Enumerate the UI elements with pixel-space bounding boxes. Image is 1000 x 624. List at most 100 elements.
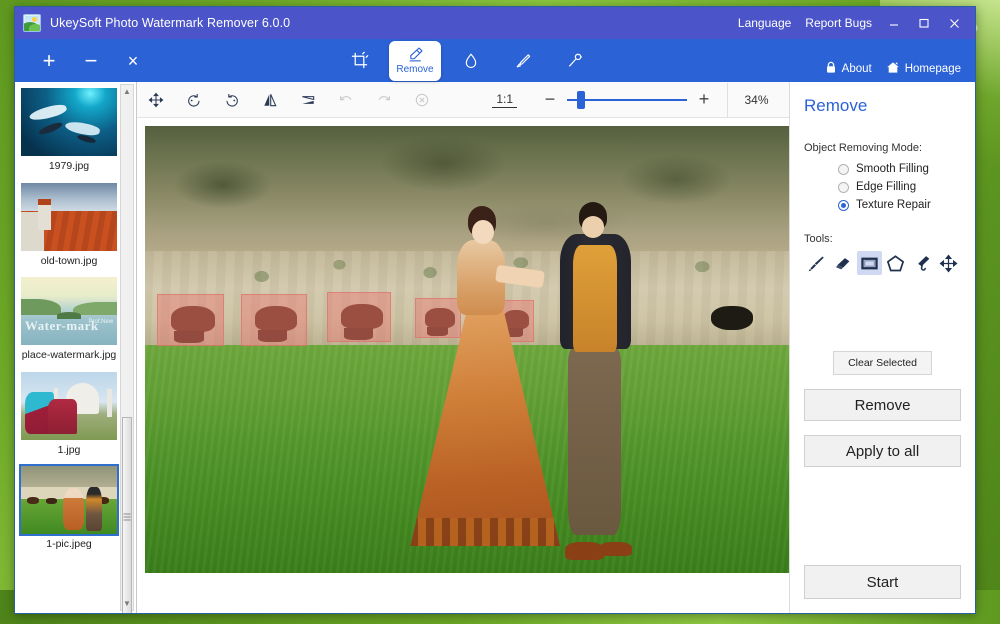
scroll-down-arrow[interactable]: ▼ [121, 597, 133, 610]
window-title: UkeySoft Photo Watermark Remover 6.0.0 [50, 16, 290, 30]
thumbnail-image[interactable]: Water-mark Prof.New [19, 275, 119, 347]
clear-files-button[interactable]: × [123, 50, 143, 72]
redo-button[interactable] [365, 83, 403, 117]
zoom-slider-knob[interactable] [577, 91, 585, 109]
object-removing-mode-label: Object Removing Mode: [804, 142, 961, 154]
list-item[interactable]: old-town.jpg [19, 181, 119, 272]
zoom-in-button[interactable]: + [691, 87, 717, 113]
selection-rectangle[interactable] [327, 292, 391, 342]
thumbnail-art-couple [21, 466, 117, 534]
lasso-tool-button[interactable] [910, 251, 935, 275]
scrollbar-thumb[interactable] [122, 417, 132, 613]
polygon-tool-button[interactable] [884, 251, 909, 275]
home-icon [886, 61, 900, 77]
rectangle-tool-icon [860, 254, 879, 273]
maximize-button[interactable] [909, 10, 939, 36]
rotate-left-button[interactable] [175, 83, 213, 117]
radio-label: Texture Repair [856, 199, 931, 211]
photo-canvas[interactable] [145, 126, 789, 573]
photo-bride [430, 206, 540, 546]
thumbnail-art-town [21, 183, 117, 251]
thumbnail-image[interactable] [19, 86, 119, 158]
rectangle-tool-button[interactable] [857, 251, 882, 275]
list-item[interactable]: 1.jpg [19, 370, 119, 461]
lock-icon [825, 61, 837, 77]
report-bugs-link[interactable]: Report Bugs [798, 12, 879, 34]
flip-vertical-icon [300, 92, 316, 108]
thumbnail-image[interactable] [19, 370, 119, 442]
thumbnail-sidebar: 1979.jpg old-town.jpg Water-mark [15, 82, 137, 613]
rotate-right-icon [224, 92, 240, 108]
tab-crop[interactable] [333, 39, 385, 82]
radio-button-icon[interactable] [838, 164, 849, 175]
close-button[interactable] [939, 10, 969, 36]
brush-tool-icon [807, 254, 826, 273]
undo-icon [338, 92, 354, 108]
thumbnail-art-divers [21, 88, 117, 156]
reset-button[interactable] [403, 83, 441, 117]
thumbnail-art-lake: Water-mark Prof.New [21, 277, 117, 345]
tab-watermark[interactable] [445, 39, 497, 82]
redo-icon [376, 92, 392, 108]
pan-move-button[interactable] [137, 83, 175, 117]
homepage-link[interactable]: Homepage [886, 61, 961, 77]
panel-title: Remove [804, 96, 961, 116]
language-menu[interactable]: Language [731, 12, 798, 34]
sidebar-scrollbar[interactable]: ▲ ▼ [120, 84, 134, 611]
minimize-button[interactable] [879, 10, 909, 36]
brush-tool-button[interactable] [804, 251, 829, 275]
thumbnail-filename: old-town.jpg [19, 253, 119, 272]
selection-rectangle[interactable] [241, 294, 307, 346]
move-tool-button[interactable] [937, 251, 962, 275]
zoom-out-button[interactable]: − [537, 87, 563, 113]
remove-options-panel: Remove Object Removing Mode: Smooth Fill… [789, 82, 975, 613]
tab-enhance[interactable] [549, 39, 601, 82]
tools-row [804, 251, 961, 275]
list-item[interactable]: 1979.jpg [19, 86, 119, 177]
thumbnail-filename: 1.jpg [19, 442, 119, 461]
selection-rectangle[interactable] [157, 294, 224, 346]
about-link[interactable]: About [825, 61, 872, 77]
reset-icon [414, 92, 430, 108]
thumbnail-image[interactable] [19, 464, 119, 536]
tools-label: Tools: [804, 233, 961, 245]
main-body: 1979.jpg old-town.jpg Water-mark [15, 82, 975, 613]
photo-groom [553, 202, 637, 560]
thumbnail-art-taj [21, 372, 117, 440]
radio-texture-repair[interactable]: Texture Repair [838, 199, 961, 211]
thumbnail-list: 1979.jpg old-town.jpg Water-mark [15, 82, 123, 559]
remove-file-button[interactable]: − [81, 50, 101, 72]
thumbnail-filename: place-watermark.jpg [19, 347, 119, 366]
rotate-right-button[interactable] [213, 83, 251, 117]
lasso-tool-icon [913, 254, 932, 273]
add-files-button[interactable]: + [39, 50, 59, 72]
eraser-tool-button[interactable] [831, 251, 856, 275]
undo-button[interactable] [327, 83, 365, 117]
actual-size-button[interactable]: 1:1 [492, 91, 517, 108]
scroll-up-arrow[interactable]: ▲ [121, 85, 133, 98]
radio-label: Smooth Filling [856, 163, 929, 175]
tab-retouch[interactable] [497, 39, 549, 82]
canvas-area[interactable] [137, 118, 789, 613]
list-item-selected[interactable]: 1-pic.jpeg [19, 464, 119, 555]
radio-smooth-filling[interactable]: Smooth Filling [838, 163, 961, 175]
list-item[interactable]: Water-mark Prof.New place-watermark.jpg [19, 275, 119, 366]
thumbnail-image[interactable] [19, 181, 119, 253]
start-button[interactable]: Start [804, 565, 961, 599]
crop-icon [350, 51, 369, 70]
flip-horizontal-button[interactable] [251, 83, 289, 117]
flip-vertical-button[interactable] [289, 83, 327, 117]
apply-to-all-button[interactable]: Apply to all [804, 435, 961, 467]
photo-cow-dark [711, 306, 753, 330]
radio-edge-filling[interactable]: Edge Filling [838, 181, 961, 193]
radio-button-icon-selected[interactable] [838, 200, 849, 211]
zoom-slider[interactable] [567, 87, 687, 113]
radio-button-icon[interactable] [838, 182, 849, 193]
clear-selected-button[interactable]: Clear Selected [833, 351, 932, 375]
tab-remove[interactable]: Remove [389, 41, 441, 81]
mode-tabs: Remove [333, 39, 601, 82]
remove-button[interactable]: Remove [804, 389, 961, 421]
pan-move-icon [148, 92, 164, 108]
title-bar: UkeySoft Photo Watermark Remover 6.0.0 L… [15, 7, 975, 39]
file-actions: + − × [15, 50, 143, 72]
